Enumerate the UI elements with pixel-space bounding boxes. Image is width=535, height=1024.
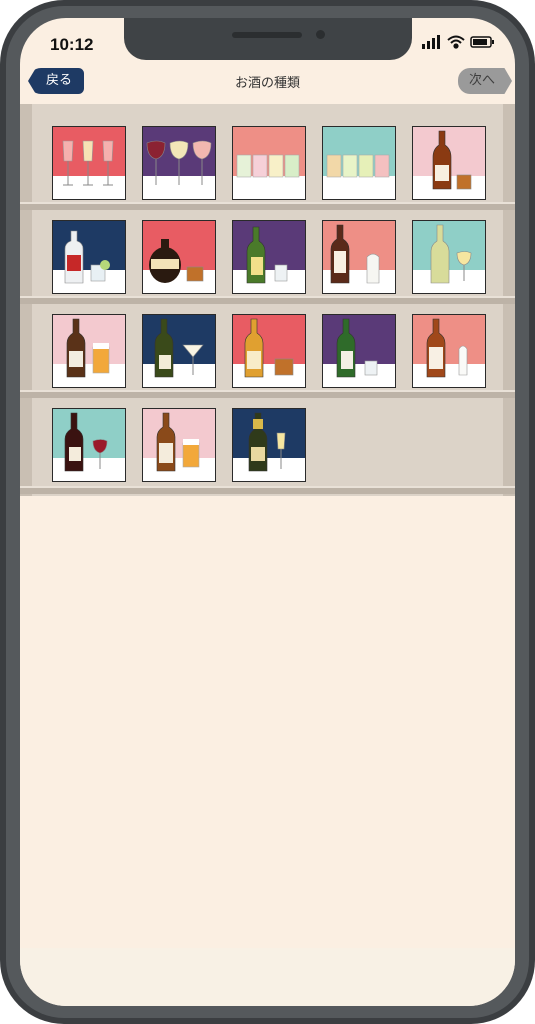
sake-illustration: [330, 224, 380, 284]
gin-illustration: [64, 230, 110, 284]
shelf-plank: [20, 202, 515, 210]
drink-tile-whisky-amber[interactable]: [232, 314, 306, 388]
drink-tile-umeshu[interactable]: [412, 314, 486, 388]
drink-tile-craft-beer[interactable]: [142, 408, 216, 482]
status-time: 10:12: [50, 35, 94, 54]
page-title: お酒の種類: [234, 76, 300, 91]
drink-shelf: [20, 104, 515, 496]
drink-tile-green-sake[interactable]: [322, 314, 396, 388]
drink-tile-white-wine[interactable]: [412, 220, 486, 294]
drink-tile-sake[interactable]: [322, 220, 396, 294]
beer-bottle-illustration: [66, 318, 110, 378]
green-sake-illustration: [336, 318, 378, 378]
drink-tile-beer-bottle[interactable]: [52, 314, 126, 388]
shelf-plank: [20, 296, 515, 304]
drink-tile-champagne[interactable]: [232, 408, 306, 482]
whisky-amber-illustration: [244, 318, 294, 378]
next-button[interactable]: 次へ: [458, 68, 512, 94]
drink-tile-whisky[interactable]: [142, 220, 216, 294]
wine-glasses-illustration: [146, 140, 212, 185]
chuhai-illustration: [236, 154, 300, 178]
whisky-illustration: [149, 239, 204, 283]
brandy-illustration: [432, 130, 472, 190]
craft-beer-illustration: [156, 412, 200, 472]
rose-wine-illustration: [62, 140, 114, 186]
shochu-green-illustration: [246, 226, 288, 284]
device-notch: [124, 18, 412, 60]
drink-tile-brandy[interactable]: [412, 126, 486, 200]
red-wine-illustration: [64, 412, 108, 472]
shelf-plank: [20, 486, 515, 494]
signal-icon: [422, 35, 440, 49]
status-icons: [422, 35, 494, 49]
front-camera: [316, 30, 325, 39]
bottom-area: [20, 948, 515, 1006]
champagne-illustration: [248, 412, 286, 472]
drink-tile-rose-wine[interactable]: [52, 126, 126, 200]
white-wine-illustration: [430, 224, 472, 284]
app-screen: 10:12 戻る お酒の種類 次へ: [20, 18, 515, 1006]
umeshu-illustration: [426, 318, 468, 378]
drink-tile-red-wine[interactable]: [52, 408, 126, 482]
battery-icon: [470, 36, 494, 48]
drink-tile-shochu-green[interactable]: [232, 220, 306, 294]
drink-tile-gin[interactable]: [52, 220, 126, 294]
highball-illustration: [326, 154, 390, 178]
wifi-icon: [447, 35, 465, 49]
drink-tile-martini[interactable]: [142, 314, 216, 388]
drink-tile-wine-glasses[interactable]: [142, 126, 216, 200]
martini-illustration: [154, 318, 204, 378]
shelf-plank: [20, 390, 515, 398]
drink-tile-highball[interactable]: [322, 126, 396, 200]
drink-tile-chuhai[interactable]: [232, 126, 306, 200]
speaker-grille: [232, 32, 302, 38]
phone-frame: 10:12 戻る お酒の種類 次へ: [0, 0, 535, 1024]
